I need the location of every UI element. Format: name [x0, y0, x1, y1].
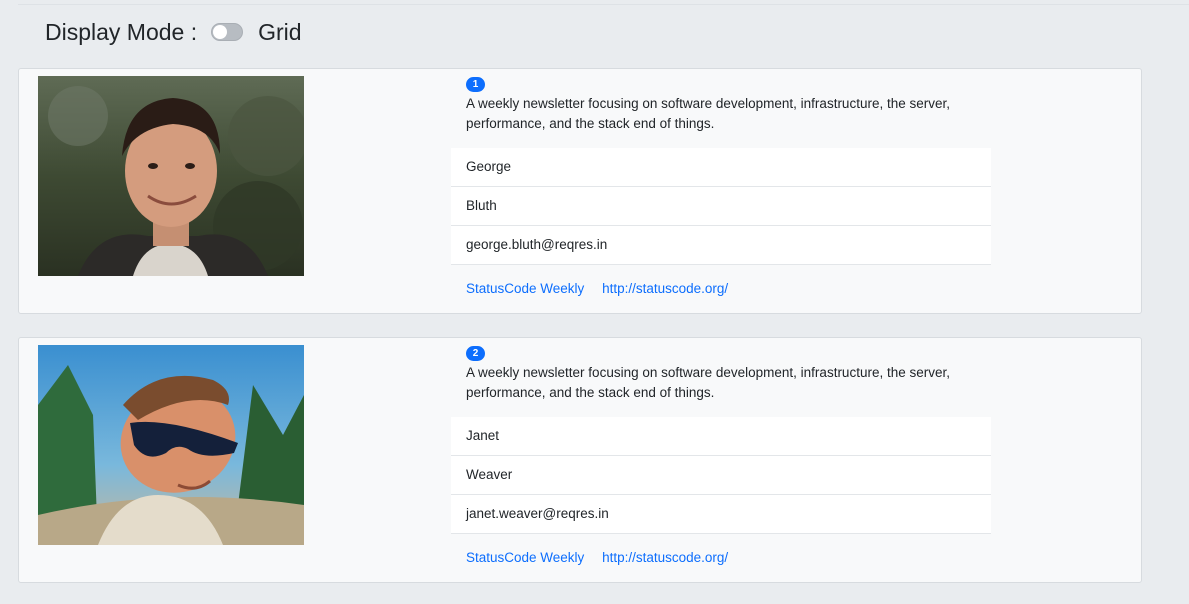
first-name-item: Janet	[451, 417, 991, 456]
user-card: 2 A weekly newsletter focusing on softwa…	[18, 337, 1142, 583]
user-details-list: George Bluth george.bluth@reqres.in	[451, 148, 991, 265]
display-mode-header: Display Mode : Grid	[45, 16, 302, 48]
card-links: StatusCode Weekly http://statuscode.org/	[466, 281, 742, 296]
support-description: A weekly newsletter focusing on software…	[466, 96, 950, 131]
email-item: george.bluth@reqres.in	[451, 226, 991, 265]
user-index-badge: 1	[466, 77, 485, 92]
toggle-knob	[213, 25, 228, 39]
display-mode-label: Display Mode :	[45, 18, 198, 45]
user-index-badge: 2	[466, 346, 485, 361]
last-name-item: Weaver	[451, 456, 991, 495]
display-mode-toggle[interactable]	[211, 23, 244, 41]
support-text-link[interactable]: StatusCode Weekly	[466, 550, 584, 565]
user-details-list: Janet Weaver janet.weaver@reqres.in	[451, 417, 991, 534]
support-url-link[interactable]: http://statuscode.org/	[602, 281, 728, 296]
user-avatar-photo	[38, 345, 304, 545]
display-mode-value: Grid	[258, 18, 302, 45]
support-description: A weekly newsletter focusing on software…	[466, 365, 950, 400]
email-item: janet.weaver@reqres.in	[451, 495, 991, 534]
card-links: StatusCode Weekly http://statuscode.org/	[466, 550, 742, 565]
first-name-item: George	[451, 148, 991, 187]
support-text-link[interactable]: StatusCode Weekly	[466, 281, 584, 296]
user-card: 1 A weekly newsletter focusing on softwa…	[18, 68, 1142, 314]
support-url-link[interactable]: http://statuscode.org/	[602, 550, 728, 565]
user-avatar-photo	[38, 76, 304, 276]
last-name-item: Bluth	[451, 187, 991, 226]
top-divider	[18, 4, 1189, 5]
